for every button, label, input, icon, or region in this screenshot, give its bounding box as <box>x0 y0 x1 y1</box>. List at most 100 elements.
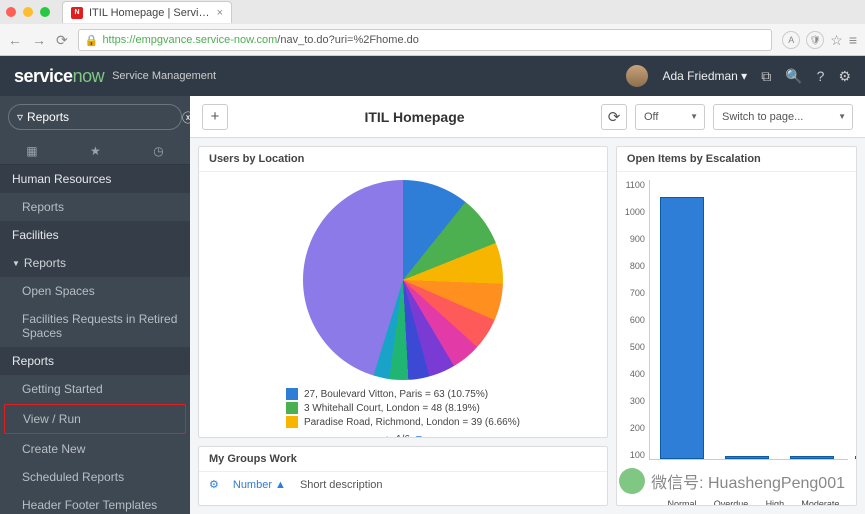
pie-legend: 27, Boulevard Vitton, Paris = 63 (10.75%… <box>286 388 520 430</box>
legend-row[interactable]: 27, Boulevard Vitton, Paris = 63 (10.75%… <box>286 388 520 400</box>
personalize-icon[interactable]: ⚙ <box>209 478 219 491</box>
nav-app-reports[interactable]: Reports <box>0 347 190 375</box>
refresh-button[interactable]: ⟳ <box>601 104 627 130</box>
chat-icon[interactable]: ⧉ <box>761 68 771 85</box>
widget-title: Open Items by Escalation <box>617 147 856 172</box>
bar-plot <box>649 180 848 460</box>
pager-next-icon[interactable]: ▼ <box>414 434 424 438</box>
browser-tab[interactable]: N ITIL Homepage | ServiceN × <box>62 1 232 23</box>
y-tick: 1000 <box>625 207 645 217</box>
bookmark-icon[interactable]: ☆ <box>830 32 843 49</box>
refresh-interval-select[interactable]: Off <box>635 104 705 130</box>
favicon-icon: N <box>71 7 83 19</box>
logo[interactable]: servicenow <box>14 66 104 87</box>
add-content-button[interactable]: + <box>202 104 228 130</box>
widget-open-items-by-escalation: Open Items by Escalation Task Count 1100… <box>616 146 857 506</box>
legend-swatch <box>286 416 298 428</box>
filter-icon: ▿ <box>17 110 23 124</box>
widget-title: Users by Location <box>199 147 607 172</box>
user-menu[interactable]: Ada Friedman ▾ <box>662 69 747 83</box>
nav-module-facilities-requests-in-retired-spaces[interactable]: Facilities Requests in Retired Spaces <box>0 305 190 347</box>
y-tick: 900 <box>625 234 645 244</box>
bar-chart[interactable]: 1100 1000 900 800 700 600 500 400 300 200 100 <box>625 180 848 497</box>
menu-icon[interactable]: ≡ <box>849 32 857 48</box>
y-tick: 1100 <box>625 180 645 190</box>
y-tick: 600 <box>625 315 645 325</box>
bar-high[interactable] <box>790 456 834 459</box>
nav-filter[interactable]: ▿ ⓧ <box>8 104 182 130</box>
column-short-description[interactable]: Short description <box>300 479 383 491</box>
nav-module-getting-started[interactable]: Getting Started <box>0 375 190 403</box>
y-tick: 800 <box>625 261 645 271</box>
bar-overdue[interactable] <box>725 456 769 459</box>
nav-tab-all-icon[interactable]: ▦ <box>26 144 37 158</box>
x-tick: Normal <box>668 499 697 506</box>
legend-label: Paradise Road, Richmond, London = 39 (6.… <box>304 417 520 428</box>
bar-moderate[interactable] <box>855 456 857 459</box>
pager-label: 1/6 <box>396 434 410 438</box>
avatar[interactable] <box>626 65 648 87</box>
nav-module-create-new[interactable]: Create New <box>0 435 190 463</box>
window-controls[interactable] <box>6 7 50 17</box>
select-label: Off <box>644 111 658 123</box>
legend-pager[interactable]: ▲ 1/6 ▼ <box>382 434 424 438</box>
legend-label: 3 Whitehall Court, London = 48 (8.19%) <box>304 403 480 414</box>
y-axis: 1100 1000 900 800 700 600 500 400 300 200 100 <box>625 180 649 460</box>
url-field[interactable]: 🔒 https://empgvance.service-now.com /nav… <box>78 29 773 51</box>
nav-list: Human ResourcesReportsFacilitiesReportsO… <box>0 165 190 514</box>
y-tick: 100 <box>625 450 645 460</box>
nav-module-view-run[interactable]: View / Run <box>4 404 186 434</box>
help-icon[interactable]: ? <box>817 68 825 84</box>
nav-tab-history-icon[interactable]: ◷ <box>153 144 163 158</box>
ext-icon[interactable]: 🛡 <box>806 31 824 49</box>
reload-icon[interactable]: ⟳ <box>56 32 68 49</box>
close-tab-icon[interactable]: × <box>217 7 223 19</box>
forward-icon[interactable]: → <box>32 32 46 48</box>
address-bar: ← → ⟳ 🔒 https://empgvance.service-now.co… <box>0 24 865 56</box>
nav-sidebar: ▿ ⓧ ▦ ★ ◷ Human ResourcesReportsFaciliti… <box>0 96 190 514</box>
browser-tab-bar: N ITIL Homepage | ServiceN × <box>0 0 865 24</box>
nav-app-facilities[interactable]: Facilities <box>0 221 190 249</box>
column-number[interactable]: Number ▲ <box>233 479 286 491</box>
table-header: ⚙ Number ▲ Short description <box>199 472 607 497</box>
widget-users-by-location: Users by Location 27, Boulevard Vitton, … <box>198 146 608 438</box>
nav-header-reports[interactable]: Reports <box>0 249 190 277</box>
tab-title: ITIL Homepage | ServiceN <box>89 7 211 19</box>
close-window-icon[interactable] <box>6 7 16 17</box>
filter-input[interactable] <box>27 110 182 124</box>
extension-icons: A 🛡 ☆ ≡ <box>782 31 857 49</box>
y-tick: 200 <box>625 423 645 433</box>
nav-module-scheduled-reports[interactable]: Scheduled Reports <box>0 463 190 491</box>
nav-module-open-spaces[interactable]: Open Spaces <box>0 277 190 305</box>
y-tick: 500 <box>625 342 645 352</box>
y-tick: 700 <box>625 288 645 298</box>
legend-row[interactable]: Paradise Road, Richmond, London = 39 (6.… <box>286 416 520 428</box>
ext-icon[interactable]: A <box>782 31 800 49</box>
minimize-window-icon[interactable] <box>23 7 33 17</box>
clear-filter-icon[interactable]: ⓧ <box>182 109 190 126</box>
y-tick: 300 <box>625 396 645 406</box>
pager-prev-icon[interactable]: ▲ <box>382 434 392 438</box>
gear-icon[interactable]: ⚙ <box>838 68 851 85</box>
back-icon[interactable]: ← <box>8 32 22 48</box>
y-tick: 400 <box>625 369 645 379</box>
browser-chrome: N ITIL Homepage | ServiceN × ← → ⟳ 🔒 htt… <box>0 0 865 56</box>
lock-icon: 🔒 <box>85 34 99 47</box>
nav-module-header-footer-templates[interactable]: Header Footer Templates <box>0 491 190 514</box>
nav-tab-favorites-icon[interactable]: ★ <box>90 144 101 158</box>
app-header: servicenow Service Management Ada Friedm… <box>0 56 865 96</box>
legend-row[interactable]: 3 Whitehall Court, London = 48 (8.19%) <box>286 402 520 414</box>
search-icon[interactable]: 🔍 <box>785 68 802 85</box>
nav-app-human-resources[interactable]: Human Resources <box>0 165 190 193</box>
widget-title: My Groups Work <box>199 447 607 472</box>
select-label: Switch to page... <box>722 111 803 123</box>
switch-page-select[interactable]: Switch to page... <box>713 104 853 130</box>
legend-label: 27, Boulevard Vitton, Paris = 63 (10.75%… <box>304 389 488 400</box>
maximize-window-icon[interactable] <box>40 7 50 17</box>
x-tick: High <box>766 499 785 506</box>
x-tick: Moderate <box>801 499 839 506</box>
bar-normal[interactable] <box>660 197 704 459</box>
nav-module-reports[interactable]: Reports <box>0 193 190 221</box>
page-title: ITIL Homepage <box>236 109 593 125</box>
pie-chart[interactable] <box>303 180 503 380</box>
